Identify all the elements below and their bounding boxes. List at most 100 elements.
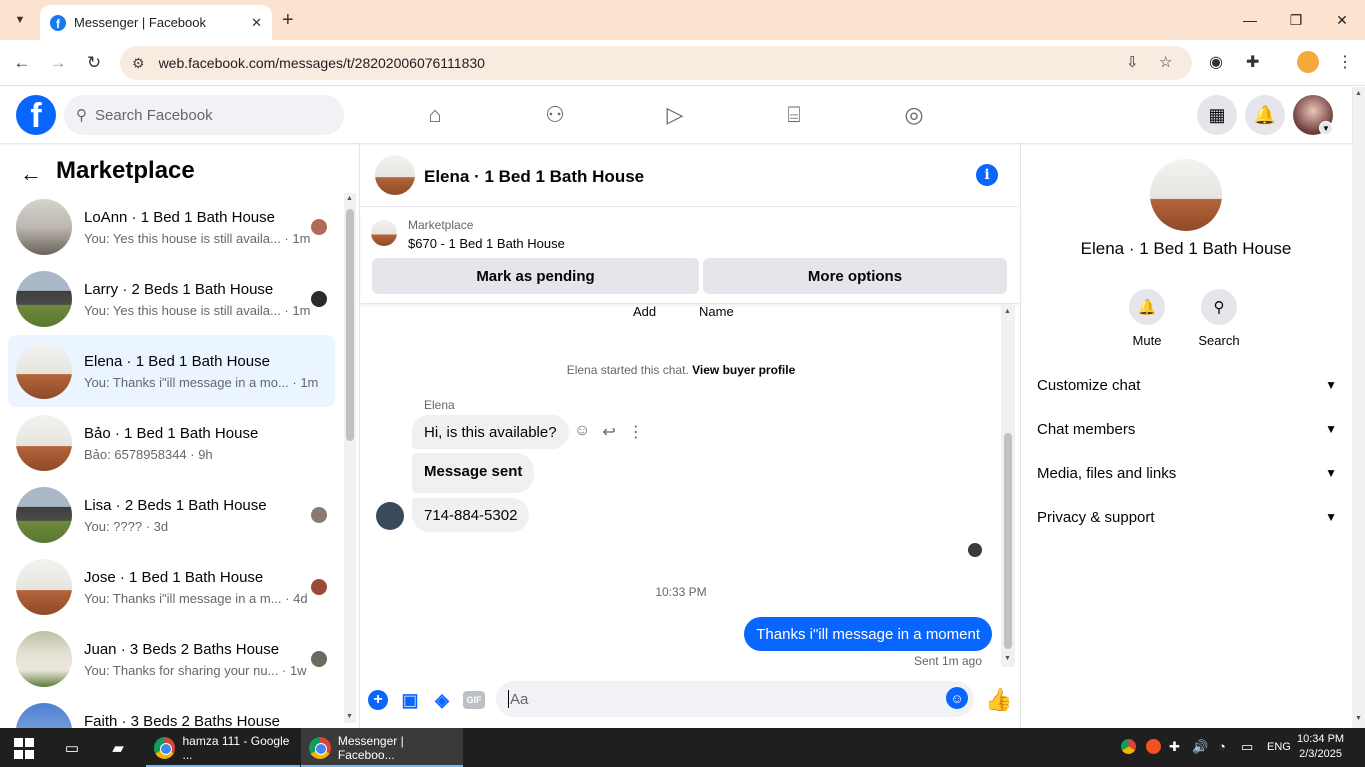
chat-members-section[interactable]: Chat members ▼: [1037, 407, 1337, 451]
info-icon[interactable]: i: [976, 164, 998, 186]
close-window-button[interactable]: ✕: [1319, 0, 1365, 40]
media-files-links-section[interactable]: Media, files and links ▼: [1037, 451, 1337, 495]
attach-photo-icon[interactable]: ▣: [399, 689, 421, 711]
file-app-icon[interactable]: ▰: [107, 737, 129, 759]
chrome-tray-icon[interactable]: [1121, 739, 1136, 754]
sidebar-scrollbar[interactable]: ▲ ▼: [344, 193, 356, 723]
message-input[interactable]: Aa: [496, 681, 974, 717]
minimize-button[interactable]: —: [1227, 0, 1273, 40]
tray-plus-icon[interactable]: ✚: [1169, 739, 1180, 755]
conversation-item[interactable]: Larry · 2 Beds 1 Bath House You: Yes thi…: [8, 263, 335, 335]
page-scrollbar[interactable]: ▲ ▼: [1352, 87, 1365, 728]
facebook-logo-icon[interactable]: f: [16, 95, 56, 135]
mute-button[interactable]: 🔔 Mute: [1117, 289, 1177, 348]
new-tab-button[interactable]: +: [282, 9, 294, 32]
chat-title[interactable]: Elena · 1 Bed 1 Bath House: [424, 167, 644, 187]
back-arrow-icon[interactable]: ←: [20, 161, 42, 187]
sent-message[interactable]: Thanks i"ill message in a moment: [744, 617, 992, 651]
scrollbar-thumb[interactable]: [346, 209, 354, 441]
search-in-chat-button[interactable]: ⚲ Search: [1189, 289, 1249, 348]
gif-icon[interactable]: GIF: [463, 691, 485, 709]
task-view-icon[interactable]: ▭: [61, 737, 83, 759]
cut-off-text-name: Name: [699, 305, 734, 319]
update-tray-icon[interactable]: [1146, 739, 1161, 754]
conversation-preview: You: Thanks i"ill message in a m... · 4d: [84, 591, 308, 606]
site-info-icon[interactable]: ⚙: [132, 55, 145, 72]
sticker-icon[interactable]: ◈: [431, 689, 453, 711]
view-buyer-profile-link[interactable]: View buyer profile: [692, 363, 795, 377]
profile-avatar[interactable]: [1150, 159, 1222, 231]
conversation-item[interactable]: Bảo · 1 Bed 1 Bath House Bảo: 6578958344…: [8, 407, 335, 479]
maximize-button[interactable]: ❐: [1273, 0, 1319, 40]
tab-search-dropdown-icon[interactable]: ▼: [8, 8, 32, 32]
taskbar-app-chrome-messenger[interactable]: Messenger | Faceboo...: [301, 728, 463, 767]
privacy-support-section[interactable]: Privacy & support ▼: [1037, 495, 1337, 539]
windows-start-icon[interactable]: [13, 737, 35, 759]
language-indicator[interactable]: ENG: [1267, 741, 1291, 753]
reply-icon[interactable]: ↩: [602, 422, 615, 442]
browser-tab-messenger[interactable]: f Messenger | Facebook ✕: [40, 5, 272, 40]
listing-avatar[interactable]: [371, 220, 397, 246]
customize-chat-section[interactable]: Customize chat ▼: [1037, 363, 1337, 407]
conversation-item[interactable]: Lisa · 2 Beds 1 Bath House You: ???? · 3…: [8, 479, 335, 551]
received-message[interactable]: 714-884-5302: [412, 498, 530, 532]
browser-menu-icon[interactable]: ⋮: [1337, 52, 1353, 72]
facebook-search-input[interactable]: ⚲ Search Facebook: [64, 95, 344, 135]
mark-as-pending-button[interactable]: Mark as pending: [372, 258, 699, 294]
reload-icon[interactable]: ↻: [81, 50, 107, 76]
close-tab-icon[interactable]: ✕: [251, 15, 262, 31]
browser-profile-avatar[interactable]: [1297, 51, 1319, 73]
extensions-puzzle-icon[interactable]: ✚: [1246, 52, 1259, 72]
wifi-icon[interactable]: ◔: [1218, 739, 1226, 754]
conversation-item[interactable]: Juan · 3 Beds 2 Baths House You: Thanks …: [8, 623, 335, 695]
listing-banner: Marketplace $670 - 1 Bed 1 Bath House Ma…: [361, 208, 1019, 304]
battery-icon[interactable]: ▭: [1241, 739, 1253, 755]
menu-grid-icon[interactable]: ▦: [1197, 95, 1237, 135]
chevron-down-icon: ▼: [1325, 422, 1337, 436]
taskbar-app-chrome-hamza[interactable]: hamza 111 - Google ...: [146, 728, 300, 767]
home-icon[interactable]: ⌂: [421, 101, 449, 129]
notifications-bell-icon[interactable]: 🔔: [1245, 95, 1285, 135]
more-options-button[interactable]: More options: [703, 258, 1007, 294]
emoji-icon[interactable]: ☺: [946, 687, 968, 709]
forward-arrow-icon[interactable]: →: [45, 50, 71, 76]
scroll-down-icon[interactable]: ▼: [1004, 655, 1011, 662]
thumbs-up-like-icon[interactable]: 👍: [985, 687, 1012, 713]
conversation-item-active[interactable]: Elena · 1 Bed 1 Bath House You: Thanks i…: [8, 335, 335, 407]
address-bar[interactable]: ⚙ web.facebook.com/messages/t/2820200607…: [120, 46, 1192, 80]
marketplace-icon[interactable]: ⌸: [780, 101, 808, 129]
received-message[interactable]: Hi, is this available?: [412, 415, 569, 449]
account-chevron-down-icon[interactable]: ▼: [1319, 121, 1333, 135]
system-clock[interactable]: 10:34 PM 2/3/2025: [1297, 732, 1344, 762]
back-arrow-icon[interactable]: ←: [9, 50, 35, 76]
scroll-up-icon[interactable]: ▲: [346, 195, 353, 202]
received-message[interactable]: Message sent: [412, 453, 535, 493]
sender-avatar[interactable]: [376, 502, 404, 530]
bookmark-star-icon[interactable]: ☆: [1159, 53, 1172, 71]
react-emoji-icon[interactable]: ☺: [574, 422, 590, 442]
scroll-down-icon[interactable]: ▼: [346, 713, 353, 720]
scrollbar-thumb[interactable]: [1004, 433, 1012, 649]
section-label: Customize chat: [1037, 376, 1141, 394]
chat-avatar[interactable]: [375, 155, 415, 195]
plus-actions-icon[interactable]: +: [368, 690, 388, 710]
friends-icon[interactable]: ⚇: [541, 101, 569, 129]
listing-thumbnail: [16, 415, 72, 471]
listing-price[interactable]: $670 - 1 Bed 1 Bath House: [408, 236, 565, 251]
groups-icon[interactable]: ◎: [900, 101, 928, 129]
scroll-up-icon[interactable]: ▲: [1355, 90, 1362, 97]
clock-date: 2/3/2025: [1299, 748, 1342, 760]
conversation-item[interactable]: Jose · 1 Bed 1 Bath House You: Thanks i"…: [8, 551, 335, 623]
conversation-preview: You: Yes this house is still availa... ·…: [84, 231, 311, 246]
scroll-down-icon[interactable]: ▼: [1355, 715, 1362, 722]
conversation-item[interactable]: LoAnn · 1 Bed 1 Bath House You: Yes this…: [8, 191, 335, 263]
copilot-icon[interactable]: ◉: [1209, 52, 1223, 72]
chat-started-notice: Elena started this chat. View buyer prof…: [361, 363, 1001, 377]
taskbar-app-label: Messenger | Faceboo...: [337, 733, 404, 762]
scroll-up-icon[interactable]: ▲: [1004, 308, 1011, 315]
install-app-icon[interactable]: ⇩: [1126, 53, 1139, 71]
more-actions-icon[interactable]: ⋮: [628, 422, 644, 442]
video-icon[interactable]: ▷: [661, 101, 689, 129]
volume-icon[interactable]: 🔊: [1192, 739, 1208, 755]
chat-scrollbar[interactable]: ▲ ▼: [1001, 305, 1015, 667]
